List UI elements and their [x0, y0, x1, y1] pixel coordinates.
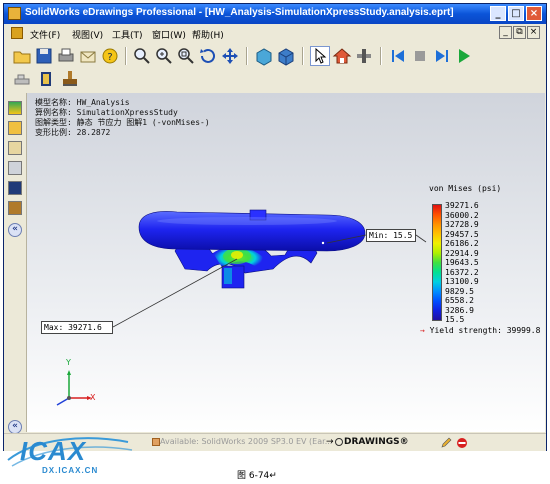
menu-help[interactable]: 帮助(H) — [192, 28, 224, 41]
menu-file[interactable]: 文件(F) — [30, 28, 60, 41]
window-title: SolidWorks eDrawings Professional - [HW_… — [25, 7, 454, 18]
mdi-close-button[interactable]: × — [527, 26, 540, 39]
toolbar-separator — [380, 47, 382, 65]
close-button[interactable]: × — [526, 6, 542, 21]
simulation-tab-icon[interactable] — [8, 201, 22, 215]
send-icon[interactable] — [78, 46, 98, 66]
markup-tab-icon[interactable] — [8, 141, 22, 155]
minimize-button[interactable]: _ — [490, 6, 506, 21]
toolbar-separator — [246, 47, 248, 65]
first-frame-icon[interactable] — [388, 46, 408, 66]
left-panel-bar: « « — [4, 93, 27, 434]
secondary-toolbar — [4, 67, 546, 92]
stop-icon[interactable] — [410, 46, 430, 66]
svg-text:?: ? — [107, 52, 112, 63]
menu-bar: 文件(F) 视图(V) 工具(T) 窗口(W) 帮助(H) _ ⧉ × — [4, 25, 546, 43]
menu-view[interactable]: 视图(V) — [72, 28, 103, 41]
triad-y-label: Y — [66, 358, 71, 367]
edrawings-logo-icon — [335, 438, 343, 446]
pencil-icon[interactable] — [440, 437, 452, 449]
document-icon[interactable] — [11, 27, 23, 39]
measure-icon[interactable] — [12, 69, 32, 89]
select-icon[interactable] — [310, 46, 330, 66]
color-scale-label: 22914.9 — [445, 248, 479, 258]
mdi-minimize-button[interactable]: _ — [499, 26, 512, 39]
icax-url-text: DX.ICAX.CN — [42, 466, 99, 475]
shaded-view-icon[interactable] — [254, 46, 274, 66]
software-icon — [152, 438, 160, 446]
legend-title: von Mises (psi) — [429, 184, 502, 193]
expand-panel-chevron-icon[interactable]: « — [8, 223, 22, 237]
main-toolbar: ? — [4, 42, 546, 70]
mdi-restore-button[interactable]: ⧉ — [513, 26, 526, 39]
next-frame-icon[interactable] — [432, 46, 452, 66]
triad-x-label: X — [90, 393, 96, 402]
coordinate-triad — [56, 370, 92, 406]
graphics-viewport[interactable]: 模型名称: HW_Analysis 算例名称: SimulationXpress… — [27, 93, 545, 432]
components-tab-icon[interactable] — [8, 101, 22, 115]
color-scale-bar — [432, 204, 442, 321]
max-stress-label: Max: 39271.6 — [41, 321, 113, 334]
toolbar-separator — [302, 47, 304, 65]
color-scale-label: 9829.5 — [445, 286, 474, 296]
zoom-fit-icon[interactable] — [132, 46, 152, 66]
min-stress-label: Min: 15.5 — [366, 229, 416, 242]
rotate-icon[interactable] — [198, 46, 218, 66]
edrawings-brand-text: DRAWINGS® — [344, 437, 409, 447]
color-scale-label: 36000.2 — [445, 210, 479, 220]
color-scale-label: 13100.9 — [445, 277, 479, 286]
view-3d-icon[interactable] — [276, 46, 296, 66]
color-scale-label: 3286.9 — [445, 305, 474, 315]
zoom-in-icon[interactable] — [154, 46, 174, 66]
color-scale-label: 16372.2 — [445, 267, 479, 277]
yield-strength-text: → Yield strength: 39999.8 — [420, 326, 540, 335]
color-scale-label: 26186.2 — [445, 239, 479, 248]
icax-logo-text: ICAX — [20, 436, 87, 466]
title-bar: SolidWorks eDrawings Professional - [HW_… — [4, 4, 546, 24]
color-scale-label: 32728.9 — [445, 220, 479, 229]
yield-strength-value: Yield strength: 39999.8 — [429, 326, 541, 335]
stamps-tab-icon[interactable] — [8, 181, 22, 195]
play-icon[interactable] — [454, 46, 474, 66]
application-window: SolidWorks eDrawings Professional - [HW_… — [3, 3, 547, 451]
menu-window[interactable]: 窗口(W) — [152, 28, 186, 41]
color-scale-label: 15.5 — [445, 315, 465, 324]
figure-caption: 图 6-74↵ — [237, 471, 277, 481]
save-icon[interactable] — [34, 46, 54, 66]
sheets-tab-icon[interactable] — [8, 161, 22, 175]
pan-icon[interactable] — [220, 46, 240, 66]
print-icon[interactable] — [56, 46, 76, 66]
zoom-area-icon[interactable] — [176, 46, 196, 66]
toolbar-separator — [125, 47, 127, 65]
configurations-tab-icon[interactable] — [8, 121, 22, 135]
open-icon[interactable] — [12, 46, 32, 66]
arrow-icon: → — [326, 437, 334, 447]
status-message: Available: SolidWorks 2009 SP3.0 EV (Ear… — [160, 437, 333, 446]
color-scale-label: 29457.5 — [445, 229, 479, 239]
menu-tools[interactable]: 工具(T) — [112, 28, 143, 41]
help-icon[interactable]: ? — [100, 46, 120, 66]
stamp-icon[interactable] — [36, 69, 56, 89]
color-scale-label: 6558.2 — [445, 296, 474, 305]
home-icon[interactable] — [332, 46, 352, 66]
icax-watermark-logo: ICAX DX.ICAX.CN — [6, 432, 136, 478]
markup-stamp-icon[interactable] — [60, 69, 80, 89]
cross-section-icon[interactable] — [354, 46, 374, 66]
color-scale-label: 39271.6 — [445, 201, 479, 210]
yield-arrow-icon: → — [420, 326, 425, 335]
edrawings-app-icon — [8, 7, 21, 20]
color-scale-label: 19643.5 — [445, 258, 479, 267]
maximize-button[interactable]: □ — [508, 6, 524, 21]
no-entry-icon[interactable] — [456, 437, 468, 449]
